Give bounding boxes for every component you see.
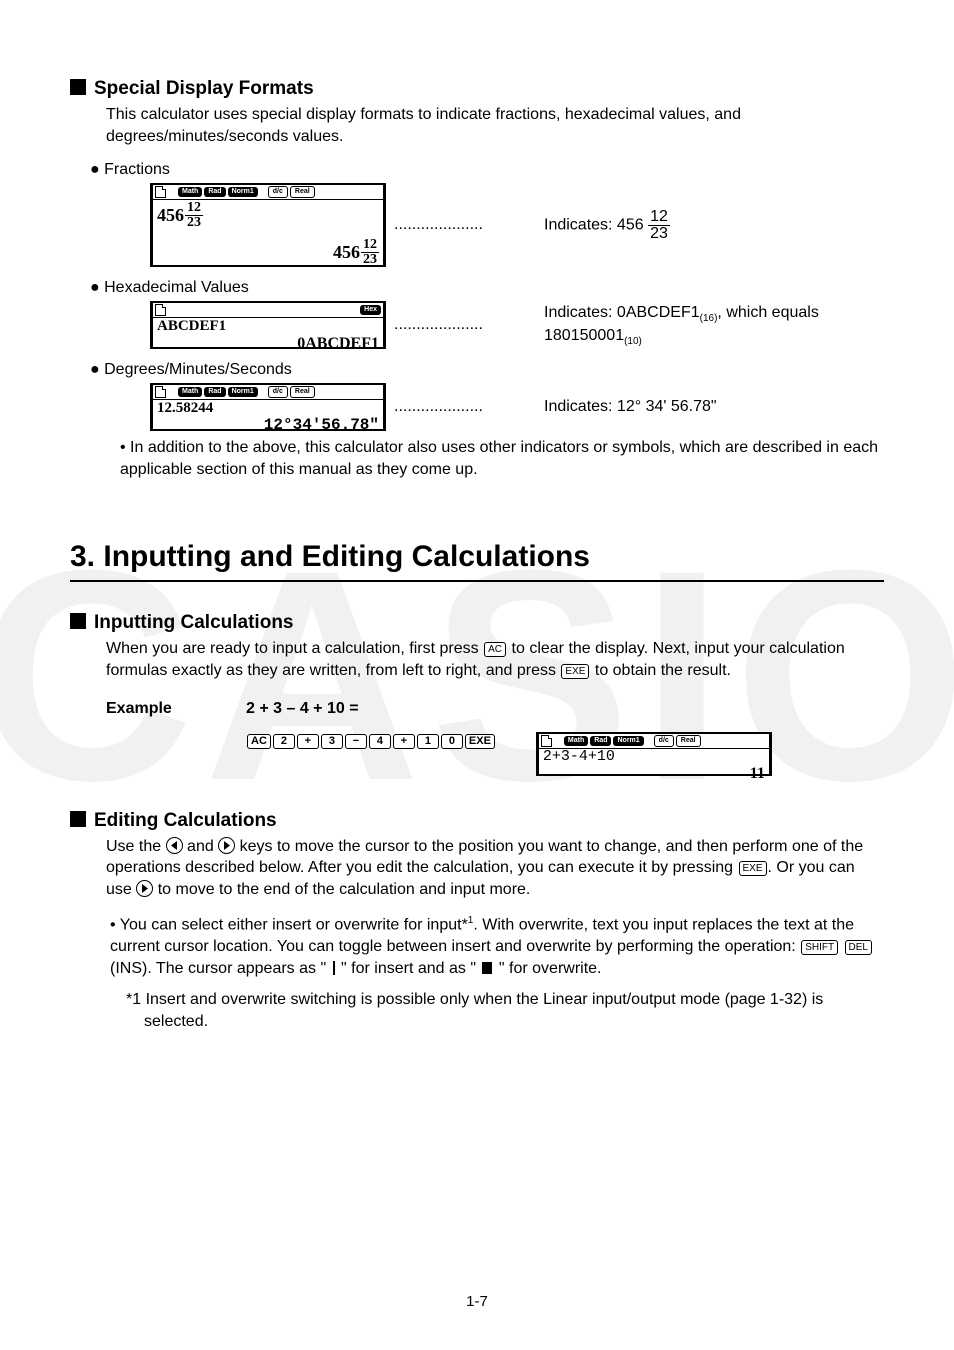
badge-norm1: Norm1 [613,736,643,746]
calculator-screen-dms: Math Rad Norm1 d/c Real 12.58244 12°34'5… [150,383,386,431]
key-exe-inline: EXE [561,664,589,679]
calculator-screen-example: Math Rad Norm1 d/c Real 2+3-4+10 11 [536,732,772,776]
bullet-hex: ● Hexadecimal Values [90,279,884,297]
key-exe: EXE [465,734,495,749]
doc-icon [155,186,166,198]
badge-real: Real [290,186,315,198]
key-+: + [297,734,319,749]
cursor-left-icon [166,837,183,854]
heading-inputting-calculations: Inputting Calculations [70,612,884,634]
badge-rad: Rad [590,736,611,746]
footnote-1: *1 Insert and overwrite switching is pos… [126,989,884,1032]
chapter-heading: 3. Inputting and Editing Calculations [70,540,884,574]
calculator-screen-fractions: Math Rad Norm1 d/c Real 4561223 4561223 [150,183,386,267]
badge-dc: d/c [654,735,674,747]
fractions-description: Indicates: 456 1223 [544,209,884,242]
badge-norm1: Norm1 [228,187,258,197]
example-equation: 2 + 3 – 4 + 10 = [246,700,359,718]
badge-dc: d/c [268,386,288,398]
hex-description: Indicates: 0ABCDEF1(16), which equals 18… [544,302,884,349]
overwrite-cursor-icon [482,962,492,974]
key-+: + [393,734,415,749]
bullet-fractions: ● Fractions [90,161,884,179]
badge-real: Real [290,386,315,398]
example-label: Example [106,700,206,718]
doc-icon [541,735,552,747]
leader-dots: .................... [394,316,536,334]
key-ac-inline: AC [484,642,506,657]
leader-dots: .................... [394,398,536,416]
leader-dots: .................... [394,216,536,234]
manual-page: Special Display Formats This calculator … [0,0,954,1073]
editing-body: Use the and keys to move the cursor to t… [106,836,884,901]
doc-icon [155,386,166,398]
cursor-right-icon [136,880,153,897]
key-del: DEL [845,940,872,955]
key-1: 1 [417,734,439,749]
key-ac: AC [247,734,271,749]
page-number: 1-7 [0,1293,954,1310]
key-−: − [345,734,367,749]
dms-description: Indicates: 12° 34' 56.78" [544,396,884,418]
badge-math: Math [178,387,202,397]
badge-math: Math [564,736,588,746]
badge-math: Math [178,187,202,197]
key-exe-inline: EXE [739,861,767,876]
intro-paragraph: This calculator uses special display for… [106,104,884,147]
doc-icon [155,304,166,316]
badge-rad: Rad [204,387,225,397]
calculator-screen-hex: Hex ABCDEF1 0ABCDEF1 [150,301,386,349]
insert-cursor-icon [333,961,335,975]
bullet-dms: ● Degrees/Minutes/Seconds [90,361,884,379]
chapter-rule [70,580,884,582]
insert-overwrite-bullet: • You can select either insert or overwr… [110,914,884,979]
badge-dc: d/c [268,186,288,198]
cursor-right-icon [218,837,235,854]
key-sequence: AC2+3−4+10EXE [246,732,496,750]
heading-editing-calculations: Editing Calculations [70,810,884,832]
key-4: 4 [369,734,391,749]
badge-real: Real [676,735,701,747]
badge-rad: Rad [204,187,225,197]
key-0: 0 [441,734,463,749]
addl-note: • In addition to the above, this calcula… [120,437,884,480]
badge-norm1: Norm1 [228,387,258,397]
key-2: 2 [273,734,295,749]
key-shift: SHIFT [801,940,838,955]
badge-hex: Hex [360,305,381,315]
key-3: 3 [321,734,343,749]
heading-special-display-formats: Special Display Formats [70,78,884,100]
inputting-body: When you are ready to input a calculatio… [106,638,884,681]
